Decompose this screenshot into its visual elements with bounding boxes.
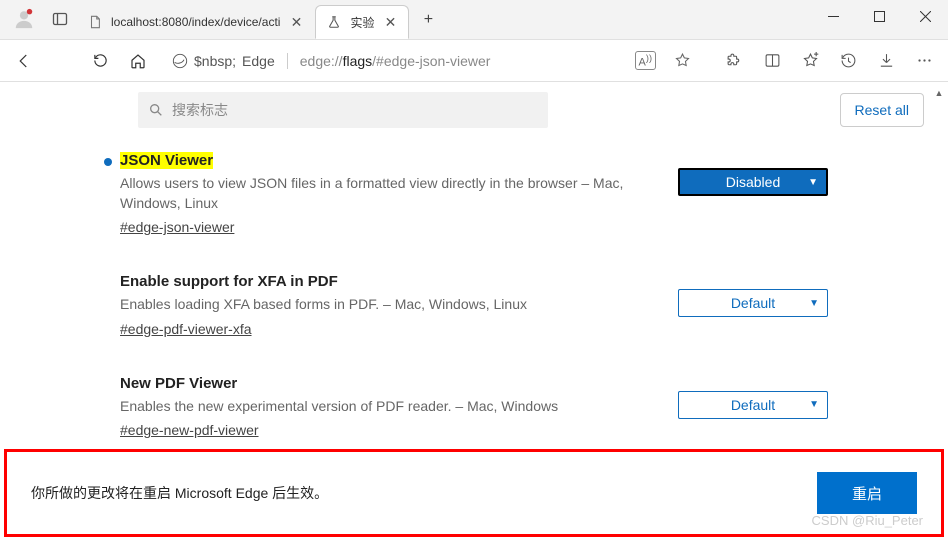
flag-select[interactable]: Disabled ▼ [678,168,828,196]
select-value: Default [731,397,775,413]
watermark: CSDN @Riu_Peter [812,513,923,528]
site-identity[interactable]: $nbsp;Edge [172,53,275,69]
home-button[interactable] [120,45,156,77]
flag-row: Enable support for XFA in PDF Enables loa… [120,259,828,361]
refresh-button[interactable] [82,45,118,77]
select-value: Disabled [726,174,780,190]
flag-select[interactable]: Default ▼ [678,391,828,419]
search-input[interactable]: 搜索标志 [138,92,548,128]
flag-row: New PDF Viewer Enables the new experiment… [120,361,828,463]
flag-control: Default ▼ [678,273,828,339]
tab-actions-icon[interactable] [44,3,76,35]
flag-control: Disabled ▼ [678,152,828,237]
browser-toolbar: $nbsp;Edge edge://flags/#edge-json-viewe… [0,40,948,82]
flag-description: Enables the new experimental version of … [120,397,654,417]
page-icon [87,14,103,30]
tab-active[interactable]: 实验 ✕ [315,5,409,39]
back-button[interactable] [6,45,42,77]
address-bar[interactable]: $nbsp;Edge edge://flags/#edge-json-viewe… [164,46,708,76]
split-screen-icon[interactable] [754,45,790,77]
flag-control: Default ▼ [678,375,828,441]
close-window-button[interactable] [902,0,948,32]
forward-button [44,45,80,77]
read-aloud-icon[interactable]: A)) [635,51,656,71]
search-placeholder: 搜索标志 [172,100,228,120]
flag-description: Enables loading XFA based forms in PDF. … [120,295,654,315]
downloads-icon[interactable] [868,45,904,77]
window-titlebar: localhost:8080/index/device/acti ✕ 实验 ✕ … [0,0,948,40]
flask-icon [326,14,342,30]
tab-title: 实验 [350,14,374,31]
modified-dot-icon [104,158,112,166]
select-value: Default [731,295,775,311]
restart-banner: 你所做的更改将在重启 Microsoft Edge 后生效。 重启 CSDN @… [4,449,944,537]
minimize-button[interactable] [810,0,856,32]
restart-button[interactable]: 重启 [817,472,917,514]
flag-hash-link[interactable]: #edge-new-pdf-viewer [120,422,259,438]
tab-strip: localhost:8080/index/device/acti ✕ 实验 ✕ … [76,0,810,39]
new-tab-button[interactable]: + [413,5,443,35]
flag-hash-link[interactable]: #edge-pdf-viewer-xfa [120,321,252,337]
scroll-up-icon[interactable]: ▲ [932,86,946,100]
window-controls [810,0,948,39]
flag-description: Allows users to view JSON files in a for… [120,174,654,213]
flag-info: New PDF Viewer Enables the new experiment… [120,375,654,441]
tab-title: localhost:8080/index/device/acti [111,15,280,29]
reset-all-button[interactable]: Reset all [840,93,924,127]
maximize-button[interactable] [856,0,902,32]
tab-inactive[interactable]: localhost:8080/index/device/acti ✕ [76,5,315,39]
close-icon[interactable]: ✕ [288,14,304,30]
flags-list: JSON Viewer Allows users to view JSON fil… [0,138,948,462]
chevron-down-icon: ▼ [809,399,819,410]
flag-row: JSON Viewer Allows users to view JSON fil… [120,138,828,259]
profile-icon[interactable] [10,5,38,33]
url-text: edge://flags/#edge-json-viewer [300,53,627,69]
flag-title: Enable support for XFA in PDF [120,273,338,290]
chevron-down-icon: ▼ [809,298,819,309]
search-row: 搜索标志 Reset all [0,82,948,138]
banner-text: 你所做的更改将在重启 Microsoft Edge 后生效。 [31,483,328,503]
flag-title: JSON Viewer [120,152,213,169]
history-icon[interactable] [830,45,866,77]
favorite-icon[interactable] [664,45,700,77]
favorites-icon[interactable] [792,45,828,77]
close-icon[interactable]: ✕ [382,14,398,30]
page-content: 搜索标志 Reset all JSON Viewer Allows users t… [0,82,948,541]
toolbar-actions [716,45,942,77]
edge-label: Edge [242,53,275,69]
menu-icon[interactable] [906,45,942,77]
flag-select[interactable]: Default ▼ [678,289,828,317]
scrollbar[interactable]: ▲ [932,86,946,246]
extensions-icon[interactable] [716,45,752,77]
flag-hash-link[interactable]: #edge-json-viewer [120,219,234,235]
chevron-down-icon: ▼ [808,177,818,188]
flag-info: JSON Viewer Allows users to view JSON fil… [120,152,654,237]
flag-title: New PDF Viewer [120,375,237,392]
flag-info: Enable support for XFA in PDF Enables loa… [120,273,654,339]
search-icon [148,102,164,118]
separator [287,53,288,69]
